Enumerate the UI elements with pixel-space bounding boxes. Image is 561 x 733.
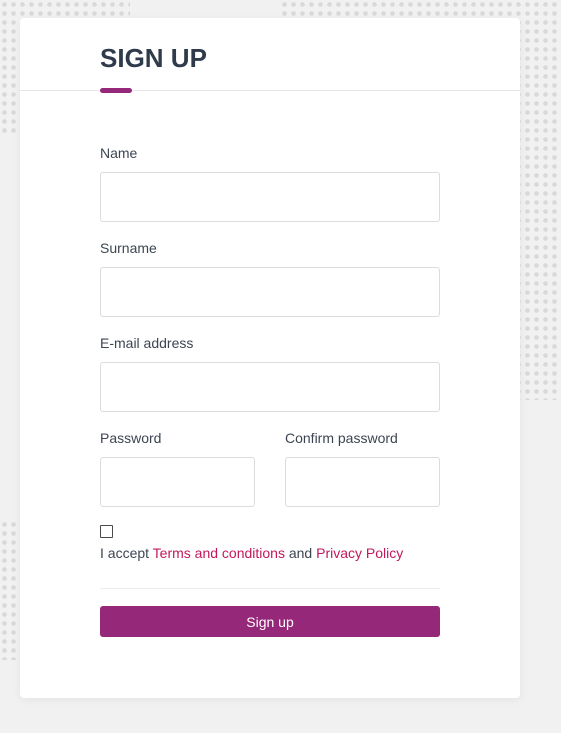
terms-checkbox[interactable] [100, 525, 113, 538]
name-input[interactable] [100, 172, 440, 222]
terms-middle: and [284, 545, 317, 561]
email-input[interactable] [100, 362, 440, 412]
password-label: Password [100, 430, 162, 446]
title-accent-bar [100, 88, 132, 93]
confirm-password-label: Confirm password [285, 430, 398, 446]
privacy-policy-link[interactable]: Privacy Policy [316, 545, 403, 561]
name-label: Name [100, 145, 138, 161]
page-title: SIGN UP [100, 43, 207, 73]
divider [100, 588, 440, 589]
terms-prefix: I accept [100, 545, 153, 561]
card-header: SIGN UP [20, 18, 520, 93]
surname-input[interactable] [100, 267, 440, 317]
confirm-password-input[interactable] [285, 457, 440, 507]
terms-link[interactable]: Terms and conditions [153, 545, 285, 561]
surname-label: Surname [100, 240, 157, 256]
email-label: E-mail address [100, 335, 194, 351]
sign-up-button[interactable]: Sign up [100, 606, 440, 637]
signup-card: SIGN UP Name Surname E-mail address Pass… [20, 18, 520, 698]
terms-text: I accept Terms and conditions and Privac… [100, 545, 403, 561]
password-input[interactable] [100, 457, 255, 507]
